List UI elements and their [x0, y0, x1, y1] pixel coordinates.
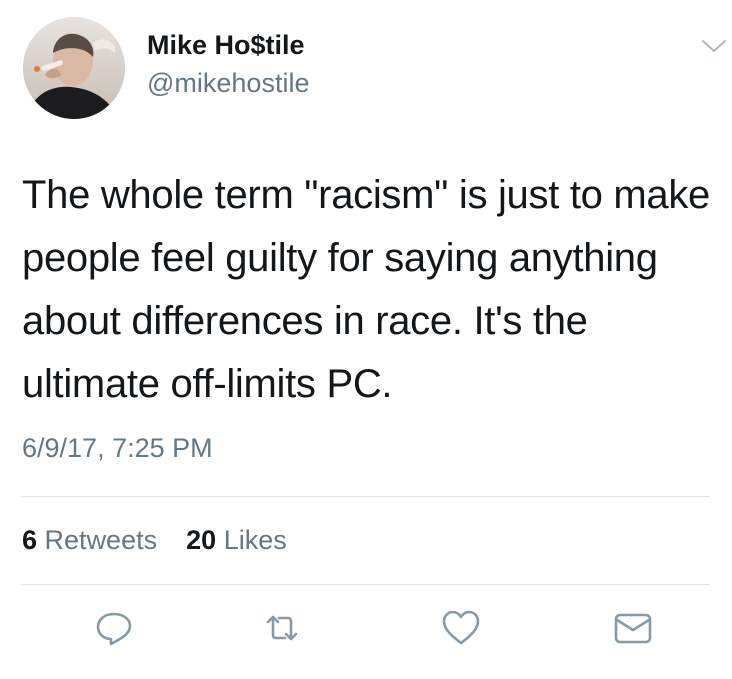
avatar[interactable]: [23, 17, 125, 119]
reply-button[interactable]: [94, 608, 134, 648]
like-button[interactable]: [441, 608, 481, 648]
tweet-stats: 6 Retweets 20 Likes: [22, 525, 287, 556]
likes-count: 20: [186, 525, 217, 555]
chevron-down-icon[interactable]: [700, 36, 728, 56]
retweets-label: Retweets: [44, 525, 158, 555]
tweet-timestamp[interactable]: 6/9/17, 7:25 PM: [22, 433, 213, 464]
divider: [22, 584, 710, 585]
envelope-icon: [614, 613, 652, 644]
display-name[interactable]: Mike Ho$tile: [147, 30, 305, 61]
retweet-icon: [266, 615, 298, 641]
retweet-button[interactable]: [262, 608, 302, 648]
direct-message-button[interactable]: [613, 608, 653, 648]
retweets-count: 6: [22, 525, 38, 555]
likes-stat[interactable]: 20 Likes: [179, 525, 287, 555]
divider: [22, 496, 710, 497]
heart-icon: [442, 610, 480, 645]
likes-label: Likes: [223, 525, 287, 555]
tweet: Mike Ho$tile @mikehostile The whole term…: [0, 0, 732, 679]
reply-icon: [96, 612, 132, 646]
user-handle[interactable]: @mikehostile: [147, 68, 309, 99]
retweets-stat[interactable]: 6 Retweets: [22, 525, 165, 555]
tweet-text: The whole term "racism" is just to make …: [22, 173, 711, 406]
